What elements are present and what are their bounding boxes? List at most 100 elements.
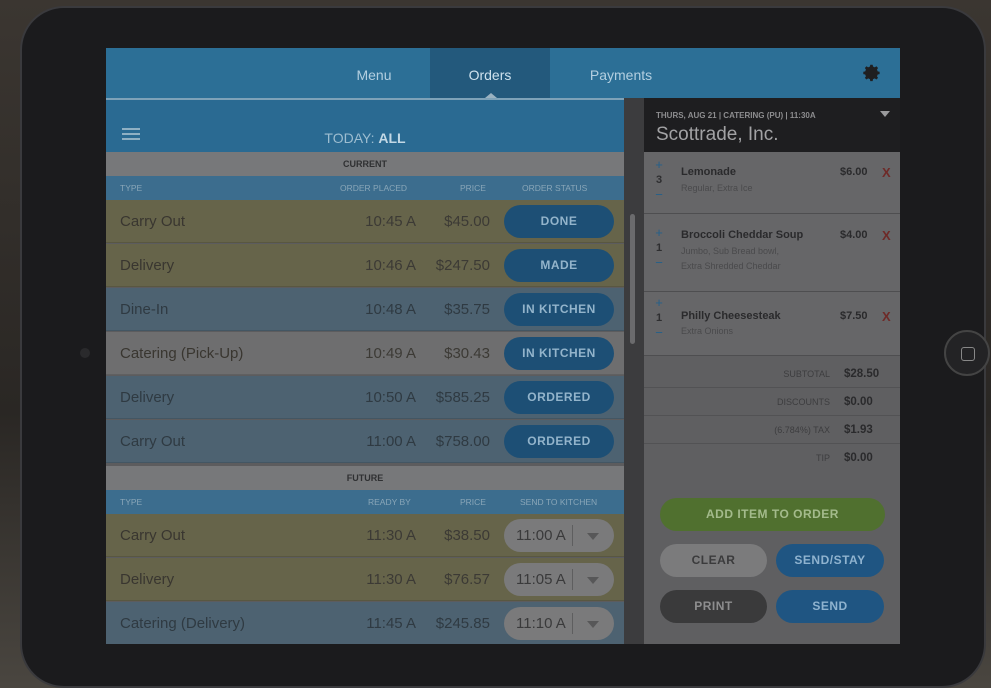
orders-scrollbar[interactable]	[630, 214, 635, 344]
camera-icon	[80, 348, 90, 358]
order-type: Carry Out	[120, 433, 186, 450]
col-order-placed: ORDER PLACED	[340, 183, 408, 193]
order-type: Catering (Delivery)	[120, 615, 246, 632]
tab-menu[interactable]: Menu	[320, 48, 428, 98]
status-button[interactable]: DONE	[504, 205, 614, 238]
print-button[interactable]: PRINT	[660, 590, 767, 623]
table-row[interactable]: Carry Out 11:30 A $38.50 11:00 A	[106, 514, 624, 557]
send-time-value: 11:05 A	[516, 571, 566, 588]
order-time: 11:30 A	[366, 571, 416, 588]
select-divider	[572, 525, 573, 546]
order-type: Delivery	[120, 571, 175, 588]
ticket-item[interactable]: + 3 − Lemonade Regular, Extra Ice $6.00 …	[644, 152, 900, 214]
order-price: $76.57	[444, 571, 490, 588]
item-price: $6.00	[840, 166, 868, 178]
quantity-stepper[interactable]: + 1 −	[652, 296, 666, 340]
col-type: TYPE	[120, 183, 143, 193]
send-time-value: 11:00 A	[516, 527, 566, 544]
table-row[interactable]: Delivery 10:50 A $585.25 ORDERED	[106, 376, 624, 419]
total-label: TIP	[815, 453, 830, 463]
plus-icon[interactable]: +	[652, 296, 666, 310]
minus-icon[interactable]: −	[652, 188, 666, 202]
select-divider	[572, 569, 573, 590]
order-type: Delivery	[120, 389, 175, 406]
ticket-item[interactable]: + 1 − Philly Cheesesteak Extra Onions $7…	[644, 292, 900, 356]
table-row[interactable]: Catering (Pick-Up) 10:49 A $30.43 IN KIT…	[106, 332, 624, 375]
chevron-down-icon[interactable]	[587, 577, 599, 584]
item-modifier: Extra Shredded Cheddar	[681, 261, 781, 271]
order-time: 10:46 A	[365, 257, 416, 274]
gear-icon[interactable]	[860, 62, 882, 84]
order-price: $30.43	[444, 345, 490, 362]
status-button[interactable]: MADE	[504, 249, 614, 282]
tab-payments[interactable]: Payments	[566, 48, 676, 98]
table-row[interactable]: Catering (Delivery) 11:45 A $245.85 11:1…	[106, 602, 624, 644]
col-type: TYPE	[120, 497, 143, 507]
clear-button[interactable]: CLEAR	[660, 544, 767, 577]
tip-row[interactable]: TIP $0.00	[644, 444, 900, 472]
order-price: $247.50	[435, 257, 490, 274]
item-price: $4.00	[840, 229, 868, 241]
item-price: $7.50	[840, 310, 868, 322]
item-modifier: Regular, Extra Ice	[681, 183, 753, 193]
order-type: Delivery	[120, 257, 175, 274]
send-stay-button[interactable]: SEND/STAY	[776, 544, 884, 577]
plus-icon[interactable]: +	[652, 226, 666, 240]
quantity-stepper[interactable]: + 3 −	[652, 158, 666, 202]
discounts-row: DISCOUNTS $0.00	[644, 388, 900, 416]
order-time: 10:50 A	[365, 389, 416, 406]
remove-item-icon[interactable]: X	[882, 165, 891, 180]
order-price: $45.00	[444, 213, 490, 230]
ticket-meta: THURS, AUG 21 | CATERING (PU) | 11:30A	[656, 111, 816, 120]
quantity-value: 3	[655, 174, 663, 186]
order-type: Dine-In	[120, 301, 169, 318]
col-ready-by: READY BY	[368, 497, 411, 507]
subtotal-row: SUBTOTAL $28.50	[644, 360, 900, 388]
table-row[interactable]: Delivery 10:46 A $247.50 MADE	[106, 244, 624, 287]
ticket-header[interactable]: THURS, AUG 21 | CATERING (PU) | 11:30A S…	[644, 98, 900, 152]
send-time-select[interactable]: 11:00 A	[504, 519, 614, 552]
section-future: FUTURE	[106, 466, 624, 490]
send-time-select[interactable]: 11:10 A	[504, 607, 614, 640]
minus-icon[interactable]: −	[652, 326, 666, 340]
item-name: Lemonade	[681, 166, 737, 178]
item-modifier: Jumbo, Sub Bread bowl,	[681, 246, 780, 256]
total-value: $28.50	[844, 368, 880, 380]
home-button[interactable]	[944, 330, 990, 376]
item-name: Broccoli Cheddar Soup	[681, 229, 804, 241]
order-type: Carry Out	[120, 527, 186, 544]
tax-row: (6.784%) TAX $1.93	[644, 416, 900, 444]
order-price: $245.85	[435, 615, 490, 632]
select-divider	[572, 613, 573, 634]
chevron-down-icon[interactable]	[587, 621, 599, 628]
send-time-select[interactable]: 11:05 A	[504, 563, 614, 596]
status-button[interactable]: ORDERED	[504, 381, 614, 414]
order-type: Catering (Pick-Up)	[120, 345, 244, 362]
order-type: Carry Out	[120, 213, 186, 230]
plus-icon[interactable]: +	[652, 158, 666, 172]
ticket-item[interactable]: + 1 − Broccoli Cheddar Soup Jumbo, Sub B…	[644, 214, 900, 292]
orders-header: TODAY: ALL	[106, 98, 624, 152]
order-price: $585.25	[435, 389, 490, 406]
col-price: PRICE	[460, 183, 486, 193]
tab-orders[interactable]: Orders	[430, 48, 550, 98]
table-row[interactable]: Carry Out 10:45 A $45.00 DONE	[106, 200, 624, 243]
status-button[interactable]: IN KITCHEN	[504, 293, 614, 326]
send-button[interactable]: SEND	[776, 590, 884, 623]
order-time: 10:45 A	[365, 213, 416, 230]
remove-item-icon[interactable]: X	[882, 228, 891, 243]
add-item-button[interactable]: ADD ITEM TO ORDER	[660, 498, 885, 531]
minus-icon[interactable]: −	[652, 256, 666, 270]
table-row[interactable]: Delivery 11:30 A $76.57 11:05 A	[106, 558, 624, 601]
table-row[interactable]: Dine-In 10:48 A $35.75 IN KITCHEN	[106, 288, 624, 331]
quantity-stepper[interactable]: + 1 −	[652, 226, 666, 270]
status-button[interactable]: IN KITCHEN	[504, 337, 614, 370]
status-button[interactable]: ORDERED	[504, 425, 614, 458]
table-row[interactable]: Carry Out 11:00 A $758.00 ORDERED	[106, 420, 624, 463]
total-label: SUBTOTAL	[783, 369, 830, 379]
chevron-down-icon[interactable]	[587, 533, 599, 540]
chevron-down-icon[interactable]	[880, 111, 890, 117]
today-filter[interactable]: TODAY: ALL	[106, 130, 624, 146]
quantity-value: 1	[655, 242, 663, 254]
remove-item-icon[interactable]: X	[882, 309, 891, 324]
